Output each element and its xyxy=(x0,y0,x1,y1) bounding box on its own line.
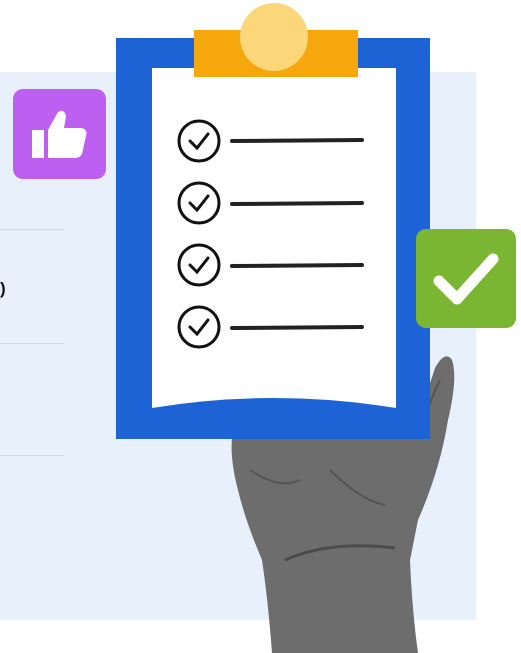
checkmark-icon xyxy=(433,253,499,304)
check-circle-icon xyxy=(177,243,221,287)
checkmark-badge xyxy=(416,229,516,328)
check-circle-icon xyxy=(177,119,221,163)
check-circle-icon xyxy=(177,181,221,225)
clipboard-icon xyxy=(116,3,430,439)
thumbs-up-badge xyxy=(13,89,106,179)
thumbs-up-icon xyxy=(31,110,86,158)
check-circle-icon xyxy=(177,305,221,349)
